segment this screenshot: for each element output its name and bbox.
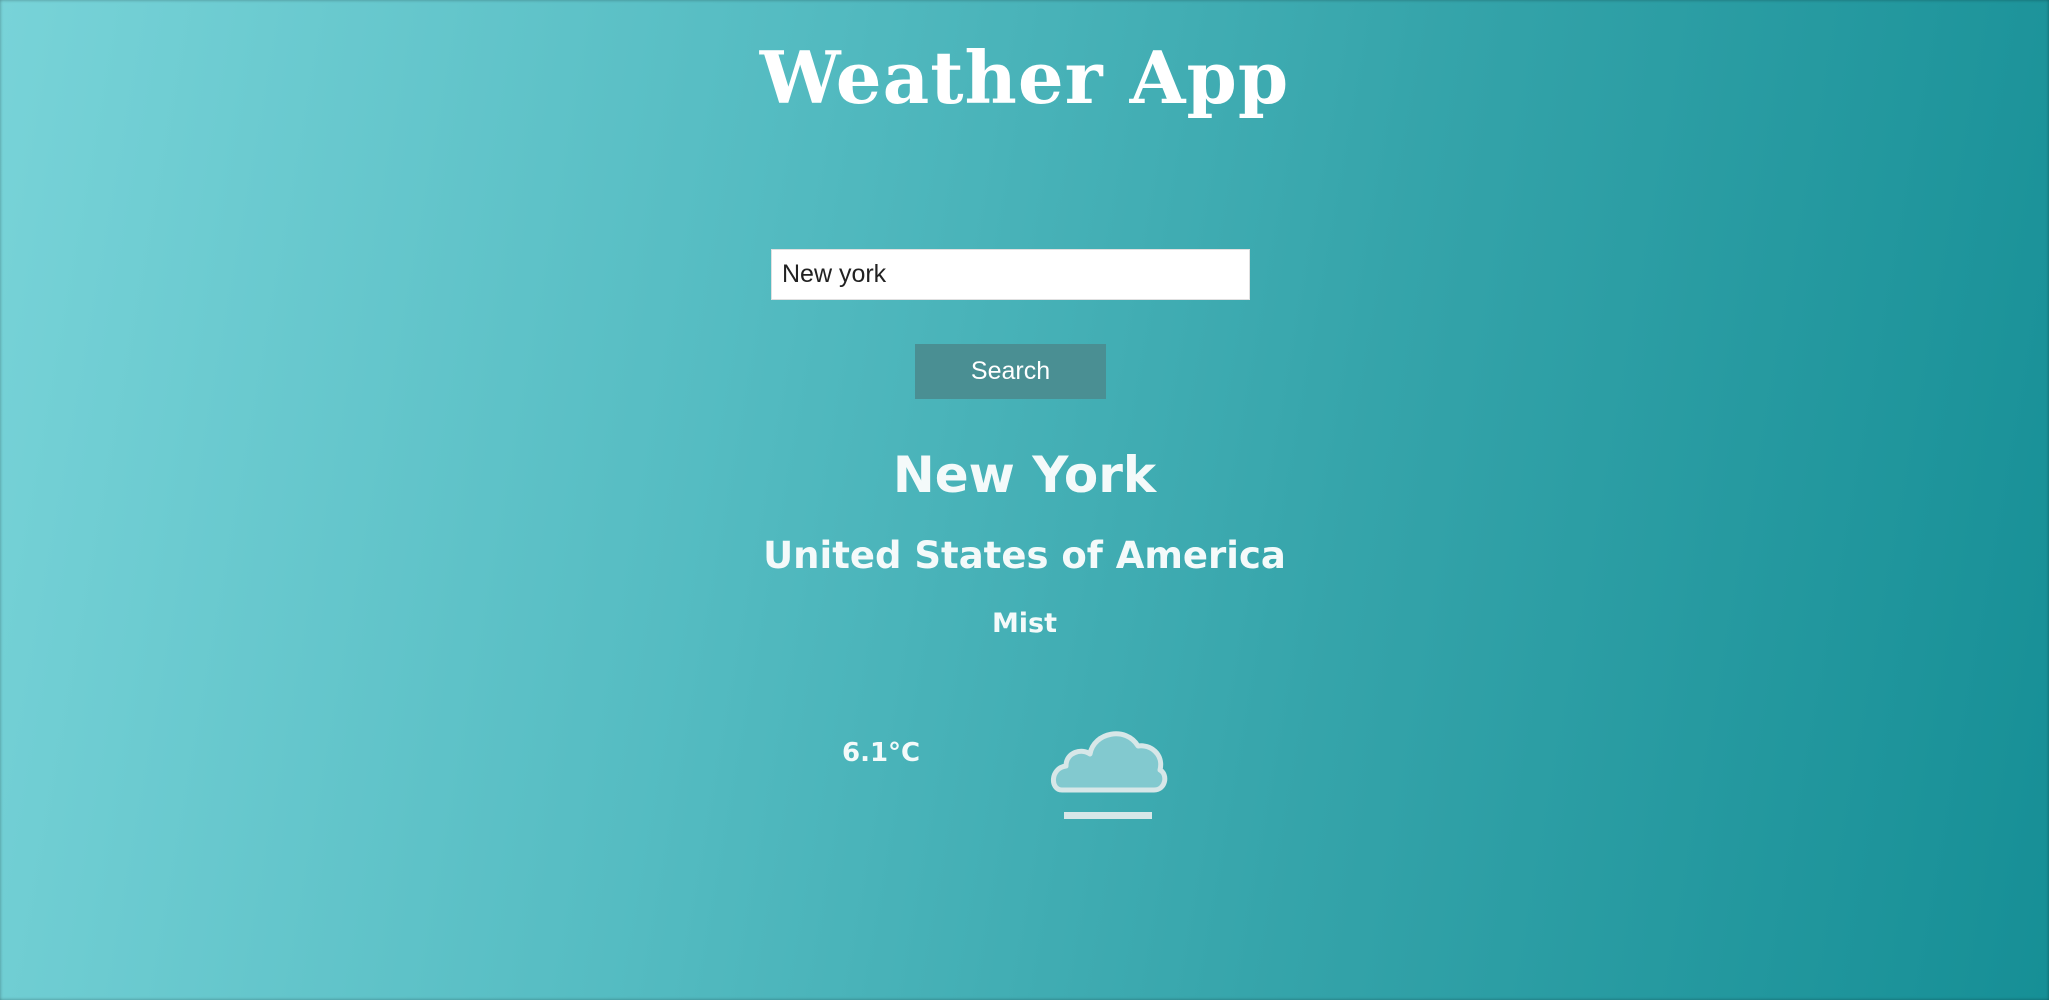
weather-condition: Mist [991,608,1058,639]
country-name: United States of America [763,534,1286,577]
weather-app: Weather App Search New York United State… [0,0,2049,1000]
city-name: New York [892,446,1157,504]
search-button[interactable]: Search [915,344,1106,399]
mist-cloud-icon [1051,731,1168,819]
search-input[interactable] [771,249,1250,300]
app-title: Weather App [759,35,1290,120]
temperature: 6.1°C [842,738,921,768]
